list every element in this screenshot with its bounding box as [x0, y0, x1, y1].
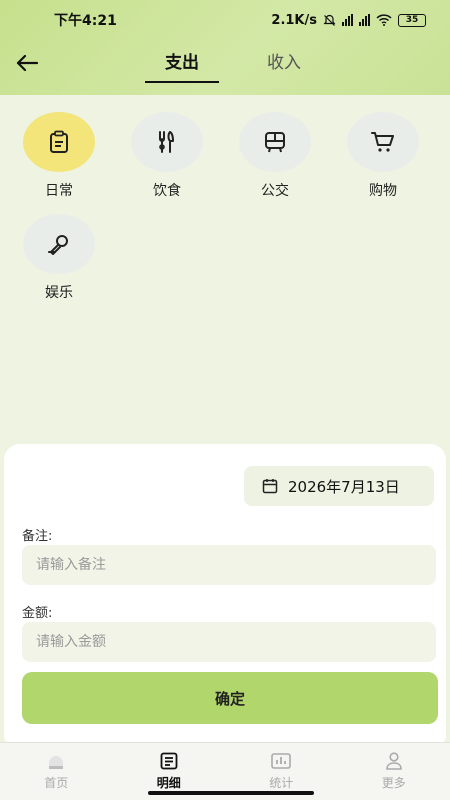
nav-label: 首页: [44, 776, 69, 790]
nav-label: 明细: [156, 776, 181, 790]
home-icon: [49, 756, 64, 769]
back-button[interactable]: [12, 48, 42, 78]
nav-more[interactable]: 更多: [338, 743, 450, 800]
nav-label: 更多: [381, 776, 406, 790]
header: 下午4:21 2.1K/s 35 支出 收入: [0, 0, 450, 95]
category-icon-wrap: [239, 112, 311, 172]
category-food[interactable]: 饮食: [127, 112, 207, 200]
date-picker[interactable]: 2026年7月13日: [244, 466, 434, 506]
date-text: 2026年7月13日: [288, 477, 400, 496]
type-tabs: 支出 收入: [145, 46, 311, 83]
category-icon-wrap: [23, 112, 95, 172]
microphone-icon: [48, 235, 68, 255]
bus-icon: [265, 132, 285, 153]
cart-icon: [371, 132, 394, 152]
wifi-icon: [376, 14, 392, 26]
category-label: 饮食: [153, 183, 181, 199]
calendar-icon: [262, 479, 278, 494]
signal-icon: [342, 14, 353, 26]
confirm-button[interactable]: 确定: [22, 672, 438, 724]
amount-input[interactable]: [22, 622, 436, 662]
home-indicator: [148, 791, 314, 795]
category-label: 日常: [45, 183, 73, 199]
category-entertainment[interactable]: 娱乐: [19, 214, 99, 302]
network-speed: 2.1K/s: [271, 12, 317, 28]
category-icon-wrap: [131, 112, 203, 172]
fork-knife-icon: [159, 131, 174, 153]
arrow-left-icon: [16, 54, 38, 72]
category-icon-wrap: [23, 214, 95, 274]
nav-label: 统计: [269, 776, 294, 790]
category-transit[interactable]: 公交: [235, 112, 315, 200]
clipboard-icon: [50, 130, 68, 153]
category-label: 购物: [369, 183, 397, 199]
amount-label: 金额:: [22, 606, 53, 621]
category-daily[interactable]: 日常: [19, 112, 99, 200]
category-label: 公交: [261, 183, 289, 199]
category-label: 娱乐: [45, 285, 73, 301]
note-input[interactable]: [22, 545, 436, 585]
category-icon-wrap: [347, 112, 419, 172]
battery-icon: 35: [398, 13, 426, 27]
note-label: 备注:: [22, 529, 53, 544]
nav-home[interactable]: 首页: [0, 743, 113, 800]
category-shopping[interactable]: 购物: [343, 112, 423, 200]
status-bar: 下午4:21 2.1K/s 35: [0, 0, 450, 40]
status-time: 下午4:21: [54, 13, 117, 29]
tab-income[interactable]: 收入: [257, 46, 311, 83]
signal-icon-2: [359, 14, 370, 26]
user-icon: [385, 752, 402, 770]
list-document-icon: [160, 752, 178, 770]
bar-chart-icon: [271, 753, 292, 769]
status-right: 2.1K/s 35: [271, 13, 426, 28]
mute-bell-icon: [323, 14, 336, 26]
tab-expense[interactable]: 支出: [145, 46, 219, 83]
